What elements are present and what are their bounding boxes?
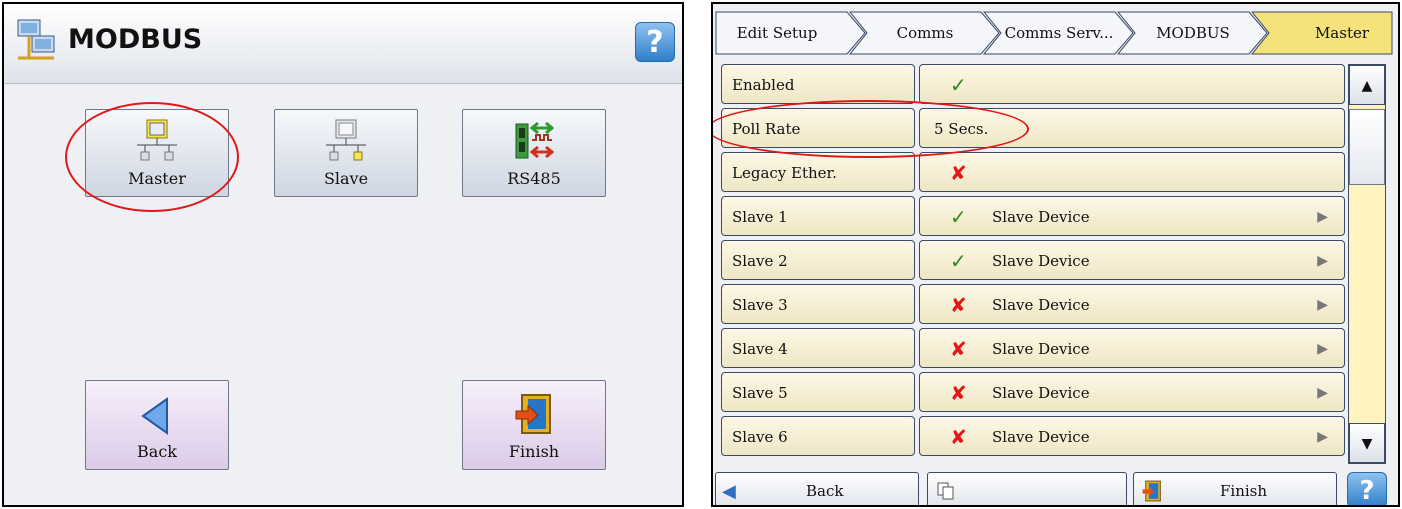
modbus-slave-icon bbox=[326, 119, 366, 161]
cross-icon: ✘ bbox=[950, 381, 967, 405]
finish-button[interactable]: Finish bbox=[462, 380, 606, 470]
breadcrumb-master[interactable]: Master bbox=[1251, 11, 1393, 55]
finish-button[interactable]: Finish bbox=[1133, 472, 1337, 505]
slave-1-value[interactable]: ✓ Slave Device ▶ bbox=[919, 196, 1345, 236]
row-slave-3: Slave 3 ✘ Slave Device ▶ bbox=[721, 284, 1345, 324]
scroll-down-icon[interactable]: ▼ bbox=[1349, 423, 1385, 463]
master-setup-panel: Edit Setup Comms Comms Serv... MODBUS Ma… bbox=[711, 2, 1400, 507]
finish-label: Finish bbox=[1220, 482, 1268, 500]
row-label[interactable]: Slave 5 bbox=[721, 372, 915, 412]
help-button[interactable]: ? bbox=[635, 22, 675, 62]
rs485-label: RS485 bbox=[507, 169, 561, 188]
slave-2-value[interactable]: ✓ Slave Device ▶ bbox=[919, 240, 1345, 280]
expand-arrow-icon: ▶ bbox=[1317, 385, 1328, 401]
row-label[interactable]: Slave 2 bbox=[721, 240, 915, 280]
back-button[interactable]: ◀ Back bbox=[715, 472, 919, 505]
row-label[interactable]: Slave 4 bbox=[721, 328, 915, 368]
breadcrumb-edit-setup[interactable]: Edit Setup bbox=[715, 11, 867, 55]
poll-rate-highlight-ellipse bbox=[713, 100, 1029, 158]
cross-icon: ✘ bbox=[950, 425, 967, 449]
slave-device-text: Slave Device bbox=[992, 252, 1090, 270]
slave-6-value[interactable]: ✘ Slave Device ▶ bbox=[919, 416, 1345, 456]
back-label: Back bbox=[137, 442, 177, 461]
row-slave-2: Slave 2 ✓ Slave Device ▶ bbox=[721, 240, 1345, 280]
modbus-menu-panel: MODBUS ? Master Slave RS485 Back Finish bbox=[2, 2, 684, 507]
scroll-thumb[interactable] bbox=[1349, 109, 1385, 185]
row-slave-4: Slave 4 ✘ Slave Device ▶ bbox=[721, 328, 1345, 368]
slave-3-value[interactable]: ✘ Slave Device ▶ bbox=[919, 284, 1345, 324]
copy-icon bbox=[937, 482, 954, 500]
enabled-toggle[interactable]: ✓ bbox=[919, 64, 1345, 104]
legacy-ether-toggle[interactable]: ✘ bbox=[919, 152, 1345, 192]
row-slave-6: Slave 6 ✘ Slave Device ▶ bbox=[721, 416, 1345, 456]
row-label[interactable]: Slave 6 bbox=[721, 416, 915, 456]
list-scrollbar[interactable]: ▲ ▼ bbox=[1348, 64, 1386, 464]
slave-device-text: Slave Device bbox=[992, 384, 1090, 402]
help-button[interactable]: ? bbox=[1347, 472, 1387, 505]
slave-button[interactable]: Slave bbox=[274, 109, 418, 197]
back-arrow-icon bbox=[141, 397, 168, 435]
breadcrumb-modbus[interactable]: MODBUS bbox=[1117, 11, 1269, 55]
expand-arrow-icon: ▶ bbox=[1317, 209, 1328, 225]
expand-arrow-icon: ▶ bbox=[1317, 429, 1328, 445]
back-button[interactable]: Back bbox=[85, 380, 229, 470]
slave-5-value[interactable]: ✘ Slave Device ▶ bbox=[919, 372, 1345, 412]
slave-label: Slave bbox=[323, 169, 369, 188]
back-arrow-icon: ◀ bbox=[722, 481, 736, 502]
network-icon bbox=[17, 19, 55, 60]
rs485-icon bbox=[515, 121, 555, 159]
slave-device-text: Slave Device bbox=[992, 296, 1090, 314]
exit-door-icon bbox=[1142, 480, 1161, 502]
row-label[interactable]: Slave 1 bbox=[721, 196, 915, 236]
check-icon: ✓ bbox=[950, 205, 967, 229]
page-title: MODBUS bbox=[68, 24, 203, 55]
cross-icon: ✘ bbox=[950, 161, 967, 185]
row-enabled: Enabled ✓ bbox=[721, 64, 1345, 104]
back-label: Back bbox=[806, 482, 844, 500]
breadcrumb: Edit Setup Comms Comms Serv... MODBUS Ma… bbox=[713, 4, 1398, 62]
slave-device-text: Slave Device bbox=[992, 208, 1090, 226]
cross-icon: ✘ bbox=[950, 337, 967, 361]
modbus-header: MODBUS ? bbox=[4, 4, 682, 84]
row-slave-1: Slave 1 ✓ Slave Device ▶ bbox=[721, 196, 1345, 236]
expand-arrow-icon: ▶ bbox=[1317, 253, 1328, 269]
breadcrumb-comms[interactable]: Comms bbox=[849, 11, 1001, 55]
row-legacy-ether: Legacy Ether. ✘ bbox=[721, 152, 1345, 192]
row-label[interactable]: Legacy Ether. bbox=[721, 152, 915, 192]
bottom-toolbar: ◀ Back Finish ? bbox=[713, 472, 1398, 505]
breadcrumb-comms-serv[interactable]: Comms Serv... bbox=[983, 11, 1135, 55]
slave-device-text: Slave Device bbox=[992, 428, 1090, 446]
check-icon: ✓ bbox=[950, 73, 967, 97]
row-label[interactable]: Enabled bbox=[721, 64, 915, 104]
row-label[interactable]: Slave 3 bbox=[721, 284, 915, 324]
expand-arrow-icon: ▶ bbox=[1317, 341, 1328, 357]
slave-device-text: Slave Device bbox=[992, 340, 1090, 358]
cross-icon: ✘ bbox=[950, 293, 967, 317]
master-highlight-ellipse bbox=[65, 102, 239, 212]
finish-label: Finish bbox=[508, 442, 560, 461]
check-icon: ✓ bbox=[950, 249, 967, 273]
expand-arrow-icon: ▶ bbox=[1317, 297, 1328, 313]
exit-door-icon bbox=[515, 394, 551, 434]
copy-button[interactable] bbox=[927, 472, 1127, 505]
rs485-button[interactable]: RS485 bbox=[462, 109, 606, 197]
row-slave-5: Slave 5 ✘ Slave Device ▶ bbox=[721, 372, 1345, 412]
scroll-up-icon[interactable]: ▲ bbox=[1349, 65, 1385, 105]
slave-4-value[interactable]: ✘ Slave Device ▶ bbox=[919, 328, 1345, 368]
